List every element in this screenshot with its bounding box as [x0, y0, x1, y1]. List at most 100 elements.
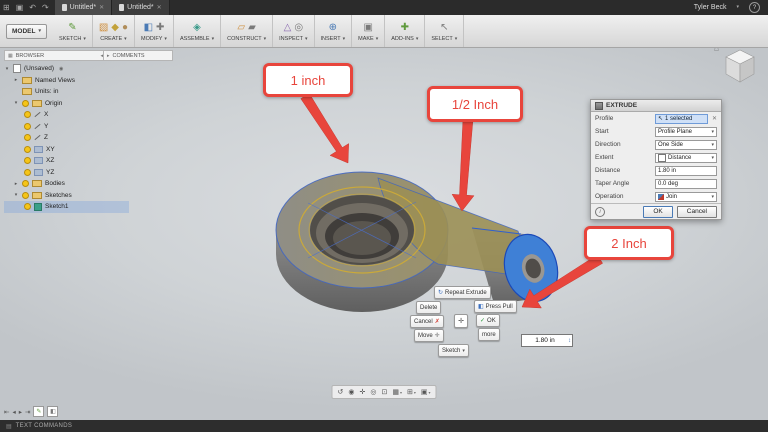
ribbon-group-sketch[interactable]: ✎ SKETCH▾: [53, 15, 93, 47]
expand-icon[interactable]: ▸: [107, 53, 110, 59]
timeline-feature-sketch[interactable]: ✎: [33, 406, 44, 417]
assemble-icon[interactable]: ◈: [193, 21, 201, 34]
ribbon-group-construct[interactable]: ▱ ▰ CONSTRUCT▾: [221, 15, 273, 47]
browser-item-document[interactable]: ▾ (Unsaved) ◉: [4, 63, 129, 75]
create-sphere-icon[interactable]: ●: [122, 21, 128, 34]
more-button[interactable]: more: [478, 328, 500, 341]
addins-icon[interactable]: ✚: [401, 21, 409, 34]
zoom-button[interactable]: ◎: [370, 388, 376, 396]
ok-button[interactable]: ✓ OK: [476, 314, 500, 327]
help-icon[interactable]: ?: [749, 2, 760, 13]
undo-icon[interactable]: ↶: [26, 0, 39, 15]
make-icon[interactable]: ▣: [363, 21, 372, 34]
workspace-selector[interactable]: MODEL ▾: [6, 24, 47, 39]
extrude-dialog-header[interactable]: EXTRUDE: [591, 100, 721, 112]
ribbon-group-create[interactable]: ▧ ◆ ● CREATE▾: [93, 15, 135, 47]
cancel-button[interactable]: Cancel ✗: [410, 315, 444, 328]
ribbon-group-addins[interactable]: ✚ ADD-INS▾: [385, 15, 425, 47]
browser-item-bodies[interactable]: ▸ Bodies: [4, 178, 129, 190]
expand-icon[interactable]: ▾: [13, 100, 19, 106]
visibility-bulb-icon[interactable]: [24, 134, 31, 141]
cancel-button[interactable]: Cancel: [677, 206, 717, 218]
browser-item-xz-plane[interactable]: XZ: [4, 155, 129, 167]
visibility-bulb-icon[interactable]: [24, 111, 31, 118]
browser-item-yz-plane[interactable]: YZ: [4, 167, 129, 179]
move-button[interactable]: Move ✛: [414, 329, 444, 342]
ribbon-group-make[interactable]: ▣ MAKE▾: [352, 15, 385, 47]
ok-button[interactable]: OK: [643, 206, 672, 218]
construct-plane-icon[interactable]: ▱: [237, 21, 245, 34]
status-bar[interactable]: ▤ TEXT COMMANDS: [0, 420, 768, 432]
extent-dropdown[interactable]: Distance ▾: [655, 153, 717, 163]
browser-item-sketch1[interactable]: Sketch1: [4, 201, 129, 213]
profile-selection-chip[interactable]: ↖ 1 selected: [655, 114, 708, 124]
taper-angle-input[interactable]: 0.0 deg: [655, 179, 717, 189]
visibility-bulb-icon[interactable]: [22, 100, 29, 107]
orbit-button[interactable]: ↺: [337, 388, 343, 396]
user-menu-caret-icon[interactable]: ▾: [733, 0, 742, 15]
step-back-button[interactable]: ◂: [12, 408, 15, 416]
select-cursor-icon[interactable]: ↖: [440, 21, 448, 34]
start-dropdown[interactable]: Profile Plane ▾: [655, 127, 717, 137]
user-name[interactable]: Tyler Beck: [694, 4, 727, 11]
save-icon[interactable]: ▣: [13, 0, 27, 15]
sketch-icon[interactable]: ✎: [68, 21, 76, 34]
ribbon-group-insert[interactable]: ⊕ INSERT▾: [315, 15, 353, 47]
expand-icon[interactable]: ▸: [13, 181, 19, 187]
fillet-icon[interactable]: ✚: [156, 21, 164, 34]
play-button[interactable]: ▸: [19, 408, 22, 416]
sketch-button[interactable]: Sketch ▾: [438, 344, 469, 357]
document-tab-1[interactable]: Untitled* ✕: [55, 0, 113, 15]
ribbon-group-modify[interactable]: ◧ ✚ MODIFY▾: [135, 15, 174, 47]
dimension-input[interactable]: 1.80 in ↕: [521, 334, 573, 347]
redo-icon[interactable]: ↷: [39, 0, 52, 15]
close-tab-icon[interactable]: ✕: [157, 4, 162, 11]
visibility-bulb-icon[interactable]: [22, 180, 29, 187]
visibility-bulb-icon[interactable]: [24, 203, 31, 210]
go-to-start-button[interactable]: ⇤: [4, 408, 9, 416]
document-tab-2[interactable]: Untitled* ✕: [112, 0, 170, 15]
create-box-icon[interactable]: ▧: [99, 21, 108, 34]
browser-item-y-axis[interactable]: Y: [4, 121, 129, 133]
fit-button[interactable]: ⊡: [381, 388, 387, 396]
analysis-icon[interactable]: ◎: [294, 21, 303, 34]
dimension-value[interactable]: 1.80 in: [522, 337, 568, 344]
insert-icon[interactable]: ⊕: [329, 21, 337, 34]
browser-panel-header[interactable]: ▦ BROWSER ◂: [4, 50, 107, 61]
construct-axis-icon[interactable]: ▰: [248, 21, 256, 34]
visibility-bulb-icon[interactable]: [24, 169, 31, 176]
direction-dropdown[interactable]: One Side ▾: [655, 140, 717, 150]
measure-icon[interactable]: △: [284, 21, 292, 34]
press-pull-button[interactable]: ◧ Press Pull: [474, 300, 517, 313]
operation-dropdown[interactable]: Join ▾: [655, 192, 717, 202]
ribbon-group-assemble[interactable]: ◈ ASSEMBLE▾: [174, 15, 221, 47]
look-at-button[interactable]: ◉: [348, 388, 354, 396]
clear-selection-icon[interactable]: ✕: [712, 115, 717, 122]
visibility-bulb-icon[interactable]: [24, 123, 31, 130]
close-tab-icon[interactable]: ✕: [99, 4, 104, 11]
press-pull-icon[interactable]: ◧: [144, 21, 153, 34]
expand-icon[interactable]: ▾: [4, 66, 10, 72]
browser-item-units[interactable]: Units: in: [4, 86, 129, 98]
view-cube[interactable]: ⌂: [716, 44, 762, 88]
expand-icon[interactable]: ▾: [13, 192, 19, 198]
create-cylinder-icon[interactable]: ◆: [111, 21, 119, 34]
pan-button[interactable]: ✛: [359, 388, 365, 396]
browser-item-z-axis[interactable]: Z: [4, 132, 129, 144]
expand-icon[interactable]: ▸: [13, 77, 19, 83]
comments-panel-header[interactable]: ▸ COMMENTS: [103, 50, 173, 61]
go-to-end-button[interactable]: ⇥: [25, 408, 30, 416]
browser-item-x-axis[interactable]: X: [4, 109, 129, 121]
grid-settings-button[interactable]: ⊞ ▾: [407, 388, 416, 396]
move-manipulator-icon[interactable]: ✛: [454, 314, 468, 328]
drag-handle-icon[interactable]: ↕: [568, 338, 572, 344]
repeat-extrude-button[interactable]: ↻ Repeat Extrude: [434, 286, 491, 299]
browser-item-named-views[interactable]: ▸ Named Views: [4, 75, 129, 87]
visibility-bulb-icon[interactable]: [22, 192, 29, 199]
browser-item-xy-plane[interactable]: XY: [4, 144, 129, 156]
app-menu-icon[interactable]: ⊞: [0, 0, 13, 15]
viewports-button[interactable]: ▣ ▾: [421, 388, 431, 396]
visibility-eye-icon[interactable]: ◉: [59, 66, 63, 72]
timeline-feature-extrude[interactable]: ◧: [47, 406, 58, 417]
ribbon-group-inspect[interactable]: △ ◎ INSPECT▾: [273, 15, 314, 47]
